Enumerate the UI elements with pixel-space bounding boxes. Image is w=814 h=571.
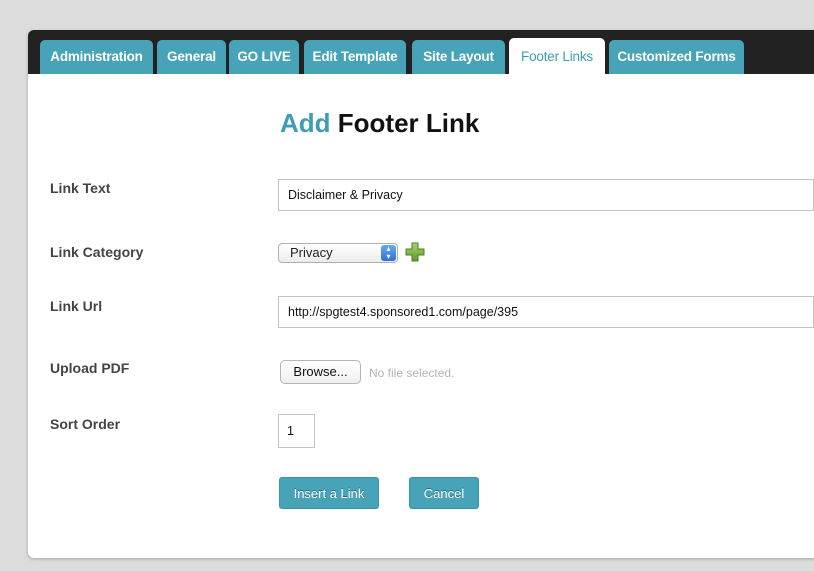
- link-category-value: Privacy: [290, 245, 333, 260]
- page-title: Add Footer Link: [280, 108, 479, 139]
- page-title-rest: Footer Link: [337, 108, 480, 138]
- tab-edit-template[interactable]: Edit Template: [304, 40, 406, 74]
- tab-bar: Administration General GO LIVE Edit Temp…: [28, 30, 814, 74]
- cancel-button[interactable]: Cancel: [409, 477, 479, 509]
- chevron-updown-icon: ▴ ▾: [381, 245, 396, 261]
- tab-go-live[interactable]: GO LIVE: [229, 40, 299, 74]
- tab-footer-links[interactable]: Footer Links: [509, 38, 605, 74]
- link-url-label: Link Url: [50, 298, 103, 314]
- link-text-input[interactable]: Disclaimer & Privacy: [278, 179, 814, 211]
- upload-pdf-label: Upload PDF: [50, 360, 130, 376]
- browse-button[interactable]: Browse...: [280, 360, 361, 384]
- sort-order-label: Sort Order: [50, 416, 121, 432]
- link-url-input[interactable]: http://spgtest4.sponsored1.com/page/395: [278, 296, 814, 328]
- link-category-label: Link Category: [50, 244, 144, 260]
- tab-customized-forms[interactable]: Customized Forms: [609, 40, 744, 74]
- tab-site-layout[interactable]: Site Layout: [412, 40, 505, 74]
- tab-general[interactable]: General: [157, 40, 226, 74]
- file-status-text: No file selected.: [369, 366, 455, 380]
- plus-icon[interactable]: [405, 242, 425, 262]
- page-title-accent: Add: [280, 108, 331, 138]
- link-category-select[interactable]: Privacy ▴ ▾: [278, 243, 398, 263]
- tab-administration[interactable]: Administration: [40, 40, 153, 74]
- link-text-label: Link Text: [50, 180, 111, 196]
- sort-order-input[interactable]: 1: [278, 414, 315, 448]
- insert-link-button[interactable]: Insert a Link: [279, 477, 379, 509]
